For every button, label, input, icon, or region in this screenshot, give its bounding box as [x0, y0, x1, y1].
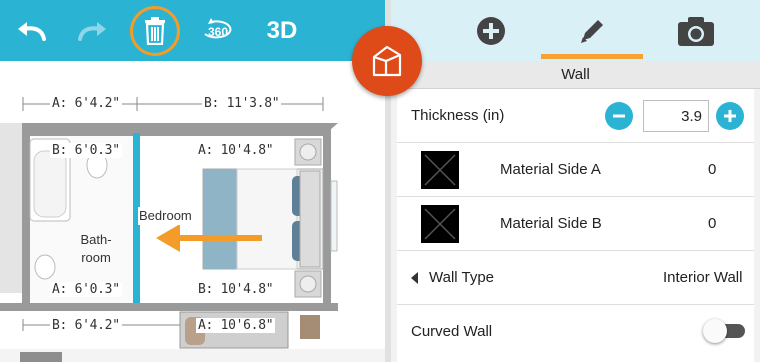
material-a-label: Material Side A — [500, 161, 601, 178]
camera-icon — [678, 16, 714, 46]
tab-add[interactable] — [466, 0, 516, 61]
dimension-top-b: B: 11'3.8" — [202, 96, 282, 111]
view-360-button[interactable]: 360 — [198, 0, 238, 61]
delete-highlight-ring — [130, 5, 180, 56]
tab-edit[interactable] — [541, 0, 643, 61]
view-3d-button[interactable]: 3D — [260, 0, 304, 61]
panel-tabs — [391, 0, 760, 61]
dimension-lower-a: A: 10'6.8" — [196, 318, 276, 333]
main-toolbar: 360 3D — [0, 0, 385, 61]
wall-type-caret-icon — [411, 251, 419, 304]
material-a-value: 0 — [708, 161, 717, 178]
material-b-swatch[interactable] — [421, 205, 459, 243]
room-label-bedroom[interactable]: Bedroom — [138, 207, 193, 225]
dimension-bed-bottom-b: B: 10'4.8" — [196, 282, 276, 297]
undo-button[interactable] — [10, 0, 52, 61]
delete-button[interactable] — [130, 0, 180, 61]
rotate-360-icon: 360 — [204, 17, 232, 39]
thickness-decrease-button[interactable] — [605, 102, 633, 130]
wall-type-value[interactable]: Interior Wall — [663, 251, 742, 304]
house-3d-icon — [372, 45, 402, 77]
material-b-label: Material Side B — [500, 215, 602, 232]
no-material-x-icon — [424, 154, 456, 186]
thickness-increase-button[interactable] — [716, 102, 744, 130]
material-b-value: 0 — [708, 215, 717, 232]
wall-properties-list: Thickness (in) 3.9 Material Side A 0 Mat… — [397, 89, 754, 362]
dimension-bed-top-a: A: 10'4.8" — [196, 143, 276, 158]
material-a-swatch[interactable] — [421, 151, 459, 189]
dimension-top-a: A: 6'4.2" — [50, 96, 122, 111]
curved-wall-label: Curved Wall — [411, 322, 493, 340]
section-title-wall: Wall — [391, 61, 760, 89]
redo-icon — [78, 21, 106, 41]
pencil-icon — [581, 19, 603, 43]
thickness-row: Thickness (in) 3.9 — [397, 89, 754, 143]
room-label-bathroom-line1: Bath- — [80, 232, 112, 247]
properties-panel: Wall Thickness (in) 3.9 Material Side A … — [385, 0, 760, 362]
thickness-input[interactable]: 3.9 — [643, 100, 709, 132]
tab-camera[interactable] — [671, 0, 721, 61]
minus-icon — [613, 114, 625, 118]
toggle-knob — [703, 319, 727, 343]
room-label-bathroom-line2: room — [81, 250, 111, 265]
thickness-label: Thickness (in) — [411, 107, 505, 124]
home-fab-button[interactable] — [352, 26, 422, 96]
dimension-lower-b: B: 6'4.2" — [50, 318, 122, 333]
plus-icon — [724, 110, 736, 122]
add-icon — [477, 16, 505, 45]
wall-type-label: Wall Type — [429, 269, 495, 286]
trash-icon — [145, 16, 165, 45]
redo-button[interactable] — [72, 0, 114, 61]
floor-plan-canvas[interactable]: A: 6'4.2" B: 11'3.8" B: 6'0.3" A: 10'4.8… — [0, 61, 385, 362]
material-side-a-row[interactable]: Material Side A 0 — [397, 143, 754, 197]
no-material-x-icon — [424, 208, 456, 240]
curved-wall-toggle[interactable] — [703, 319, 745, 343]
dimension-bath-bottom-a: A: 6'0.3" — [50, 282, 122, 297]
room-label-bathroom[interactable]: Bath- room — [74, 231, 118, 267]
undo-icon — [18, 21, 46, 41]
view-360-label: 360 — [208, 25, 228, 39]
dimension-bath-top-b: B: 6'0.3" — [50, 143, 122, 158]
wall-type-row[interactable]: Wall Type Interior Wall — [397, 251, 754, 305]
active-tab-indicator — [541, 54, 643, 59]
material-side-b-row[interactable]: Material Side B 0 — [397, 197, 754, 251]
curved-wall-row: Curved Wall — [397, 305, 754, 357]
